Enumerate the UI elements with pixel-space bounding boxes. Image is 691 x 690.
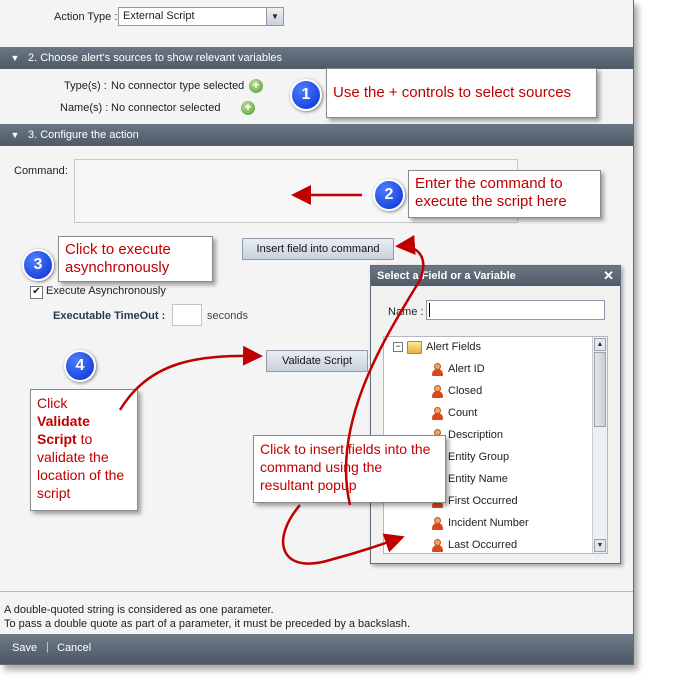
annotation-arrows <box>118 185 425 565</box>
arrow-to-popup <box>282 504 405 565</box>
arrow-to-insert <box>344 235 425 506</box>
arrow-to-validate <box>118 345 263 411</box>
